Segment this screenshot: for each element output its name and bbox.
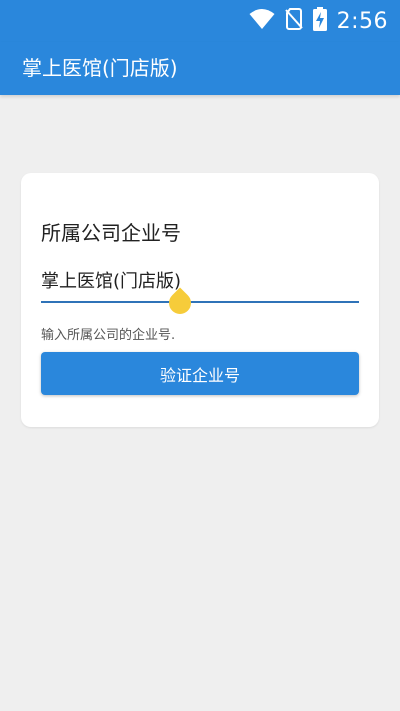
app-title: 掌上医馆(门店版) (22, 56, 178, 80)
company-id-input-value[interactable]: 掌上医馆(门店版) (41, 267, 181, 293)
verify-company-id-button[interactable]: 验证企业号 (41, 352, 359, 395)
app-bar: 掌上医馆(门店版) (0, 42, 400, 95)
battery-charging-icon (312, 7, 327, 35)
company-id-input[interactable]: 掌上医馆(门店版) (41, 265, 359, 319)
status-icons: 2:56 (249, 7, 388, 35)
no-sim-icon (284, 8, 303, 34)
helper-text: 输入所属公司的企业号. (41, 328, 176, 343)
company-id-card: 所属公司企业号 掌上医馆(门店版) 输入所属公司的企业号. 验证企业号 (21, 173, 379, 427)
status-bar: 2:56 (0, 0, 400, 42)
wifi-icon (249, 8, 275, 34)
card-heading: 所属公司企业号 (41, 221, 181, 245)
input-underline (41, 301, 359, 303)
status-time: 2:56 (336, 8, 388, 34)
